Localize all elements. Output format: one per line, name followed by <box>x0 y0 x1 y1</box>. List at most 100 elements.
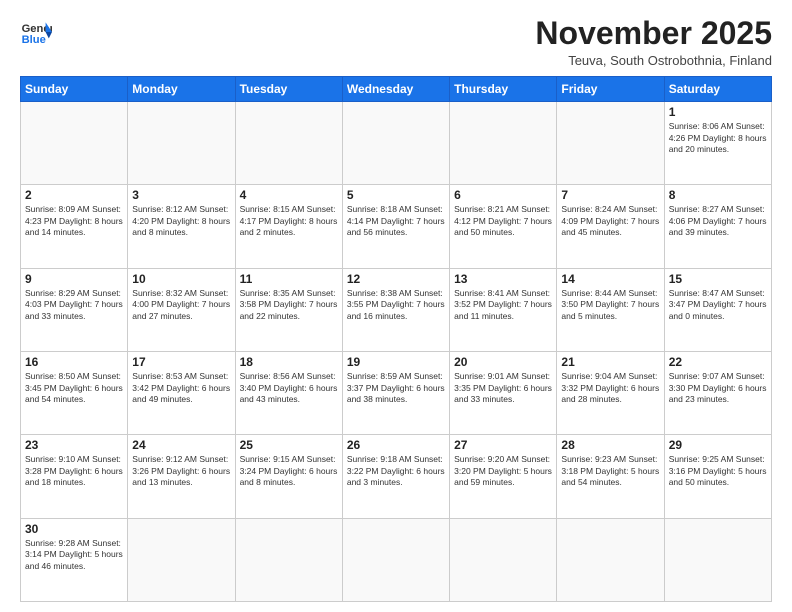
calendar-cell: 16 Sunrise: 8:50 AM Sunset: 3:45 PM Dayli… <box>21 352 128 435</box>
calendar-cell <box>235 102 342 185</box>
day-number: 18 <box>240 355 338 369</box>
day-info: Sunrise: 8:41 AM Sunset: 3:52 PM Dayligh… <box>454 288 552 322</box>
weekday-header-friday: Friday <box>557 77 664 102</box>
weekday-header-wednesday: Wednesday <box>342 77 449 102</box>
calendar-cell: 8 Sunrise: 8:27 AM Sunset: 4:06 PM Daylig… <box>664 185 771 268</box>
day-info: Sunrise: 9:07 AM Sunset: 3:30 PM Dayligh… <box>669 371 767 405</box>
calendar-cell: 24Sunrise: 9:12 AM Sunset: 3:26 PM Dayli… <box>128 435 235 518</box>
day-number: 23 <box>25 438 123 452</box>
day-number: 16 <box>25 355 123 369</box>
calendar-cell: 22 Sunrise: 9:07 AM Sunset: 3:30 PM Dayli… <box>664 352 771 435</box>
calendar-cell: 30Sunrise: 9:28 AM Sunset: 3:14 PM Dayli… <box>21 518 128 601</box>
calendar-cell <box>450 102 557 185</box>
calendar-cell: 13 Sunrise: 8:41 AM Sunset: 3:52 PM Dayli… <box>450 268 557 351</box>
calendar-cell <box>557 518 664 601</box>
day-number: 1 <box>669 105 767 119</box>
day-number: 13 <box>454 272 552 286</box>
day-info: Sunrise: 9:15 AM Sunset: 3:24 PM Dayligh… <box>240 454 338 488</box>
calendar-cell: 2 Sunrise: 8:09 AM Sunset: 4:23 PM Daylig… <box>21 185 128 268</box>
day-number: 3 <box>132 188 230 202</box>
day-info: Sunrise: 8:38 AM Sunset: 3:55 PM Dayligh… <box>347 288 445 322</box>
weekday-header-row: SundayMondayTuesdayWednesdayThursdayFrid… <box>21 77 772 102</box>
calendar-cell: 15Sunrise: 8:47 AM Sunset: 3:47 PM Dayli… <box>664 268 771 351</box>
day-number: 28 <box>561 438 659 452</box>
day-info: Sunrise: 9:01 AM Sunset: 3:35 PM Dayligh… <box>454 371 552 405</box>
day-info: Sunrise: 8:09 AM Sunset: 4:23 PM Dayligh… <box>25 204 123 238</box>
calendar-cell: 9 Sunrise: 8:29 AM Sunset: 4:03 PM Daylig… <box>21 268 128 351</box>
calendar-cell <box>557 102 664 185</box>
day-info: Sunrise: 8:29 AM Sunset: 4:03 PM Dayligh… <box>25 288 123 322</box>
day-info: Sunrise: 8:27 AM Sunset: 4:06 PM Dayligh… <box>669 204 767 238</box>
day-info: Sunrise: 9:10 AM Sunset: 3:28 PM Dayligh… <box>25 454 123 488</box>
day-number: 7 <box>561 188 659 202</box>
month-title: November 2025 <box>535 16 772 51</box>
day-number: 27 <box>454 438 552 452</box>
calendar-cell <box>342 518 449 601</box>
day-number: 14 <box>561 272 659 286</box>
day-number: 20 <box>454 355 552 369</box>
page: General Blue November 2025 Teuva, South … <box>0 0 792 612</box>
day-number: 26 <box>347 438 445 452</box>
day-info: Sunrise: 8:32 AM Sunset: 4:00 PM Dayligh… <box>132 288 230 322</box>
day-info: Sunrise: 8:53 AM Sunset: 3:42 PM Dayligh… <box>132 371 230 405</box>
calendar-cell: 5Sunrise: 8:18 AM Sunset: 4:14 PM Daylig… <box>342 185 449 268</box>
day-info: Sunrise: 8:12 AM Sunset: 4:20 PM Dayligh… <box>132 204 230 238</box>
day-number: 6 <box>454 188 552 202</box>
day-info: Sunrise: 8:24 AM Sunset: 4:09 PM Dayligh… <box>561 204 659 238</box>
day-number: 21 <box>561 355 659 369</box>
day-info: Sunrise: 9:20 AM Sunset: 3:20 PM Dayligh… <box>454 454 552 488</box>
day-number: 2 <box>25 188 123 202</box>
day-info: Sunrise: 8:35 AM Sunset: 3:58 PM Dayligh… <box>240 288 338 322</box>
calendar-cell: 27 Sunrise: 9:20 AM Sunset: 3:20 PM Dayli… <box>450 435 557 518</box>
day-number: 4 <box>240 188 338 202</box>
calendar-cell: 10 Sunrise: 8:32 AM Sunset: 4:00 PM Dayli… <box>128 268 235 351</box>
day-number: 30 <box>25 522 123 536</box>
day-info: Sunrise: 8:21 AM Sunset: 4:12 PM Dayligh… <box>454 204 552 238</box>
day-info: Sunrise: 8:18 AM Sunset: 4:14 PM Dayligh… <box>347 204 445 238</box>
calendar-cell <box>235 518 342 601</box>
calendar-cell: 11 Sunrise: 8:35 AM Sunset: 3:58 PM Dayli… <box>235 268 342 351</box>
calendar-cell: 12 Sunrise: 8:38 AM Sunset: 3:55 PM Dayli… <box>342 268 449 351</box>
calendar-cell: 28 Sunrise: 9:23 AM Sunset: 3:18 PM Dayli… <box>557 435 664 518</box>
day-number: 12 <box>347 272 445 286</box>
calendar-week-row: 9 Sunrise: 8:29 AM Sunset: 4:03 PM Daylig… <box>21 268 772 351</box>
calendar-cell: 20 Sunrise: 9:01 AM Sunset: 3:35 PM Dayli… <box>450 352 557 435</box>
calendar-cell: 4 Sunrise: 8:15 AM Sunset: 4:17 PM Daylig… <box>235 185 342 268</box>
day-info: Sunrise: 8:59 AM Sunset: 3:37 PM Dayligh… <box>347 371 445 405</box>
calendar-week-row: 1 Sunrise: 8:06 AM Sunset: 4:26 PM Daylig… <box>21 102 772 185</box>
calendar-cell <box>128 518 235 601</box>
day-number: 10 <box>132 272 230 286</box>
calendar-week-row: 30Sunrise: 9:28 AM Sunset: 3:14 PM Dayli… <box>21 518 772 601</box>
calendar-cell: 25Sunrise: 9:15 AM Sunset: 3:24 PM Dayli… <box>235 435 342 518</box>
weekday-header-thursday: Thursday <box>450 77 557 102</box>
day-number: 9 <box>25 272 123 286</box>
day-info: Sunrise: 8:56 AM Sunset: 3:40 PM Dayligh… <box>240 371 338 405</box>
calendar-week-row: 23 Sunrise: 9:10 AM Sunset: 3:28 PM Dayli… <box>21 435 772 518</box>
calendar-cell: 14Sunrise: 8:44 AM Sunset: 3:50 PM Dayli… <box>557 268 664 351</box>
calendar-cell <box>342 102 449 185</box>
header: General Blue November 2025 Teuva, South … <box>20 16 772 68</box>
day-info: Sunrise: 8:15 AM Sunset: 4:17 PM Dayligh… <box>240 204 338 238</box>
day-info: Sunrise: 8:50 AM Sunset: 3:45 PM Dayligh… <box>25 371 123 405</box>
day-number: 29 <box>669 438 767 452</box>
day-number: 8 <box>669 188 767 202</box>
calendar-cell: 29Sunrise: 9:25 AM Sunset: 3:16 PM Dayli… <box>664 435 771 518</box>
calendar-table: SundayMondayTuesdayWednesdayThursdayFrid… <box>20 76 772 602</box>
calendar-cell <box>450 518 557 601</box>
day-info: Sunrise: 9:04 AM Sunset: 3:32 PM Dayligh… <box>561 371 659 405</box>
day-info: Sunrise: 8:06 AM Sunset: 4:26 PM Dayligh… <box>669 121 767 155</box>
calendar-cell: 19Sunrise: 8:59 AM Sunset: 3:37 PM Dayli… <box>342 352 449 435</box>
day-info: Sunrise: 9:12 AM Sunset: 3:26 PM Dayligh… <box>132 454 230 488</box>
day-number: 22 <box>669 355 767 369</box>
calendar-week-row: 16 Sunrise: 8:50 AM Sunset: 3:45 PM Dayli… <box>21 352 772 435</box>
day-info: Sunrise: 9:23 AM Sunset: 3:18 PM Dayligh… <box>561 454 659 488</box>
day-number: 11 <box>240 272 338 286</box>
logo: General Blue <box>20 16 52 48</box>
weekday-header-monday: Monday <box>128 77 235 102</box>
weekday-header-saturday: Saturday <box>664 77 771 102</box>
day-number: 17 <box>132 355 230 369</box>
day-info: Sunrise: 9:18 AM Sunset: 3:22 PM Dayligh… <box>347 454 445 488</box>
location-subtitle: Teuva, South Ostrobothnia, Finland <box>535 53 772 68</box>
calendar-cell <box>664 518 771 601</box>
calendar-cell: 7 Sunrise: 8:24 AM Sunset: 4:09 PM Daylig… <box>557 185 664 268</box>
